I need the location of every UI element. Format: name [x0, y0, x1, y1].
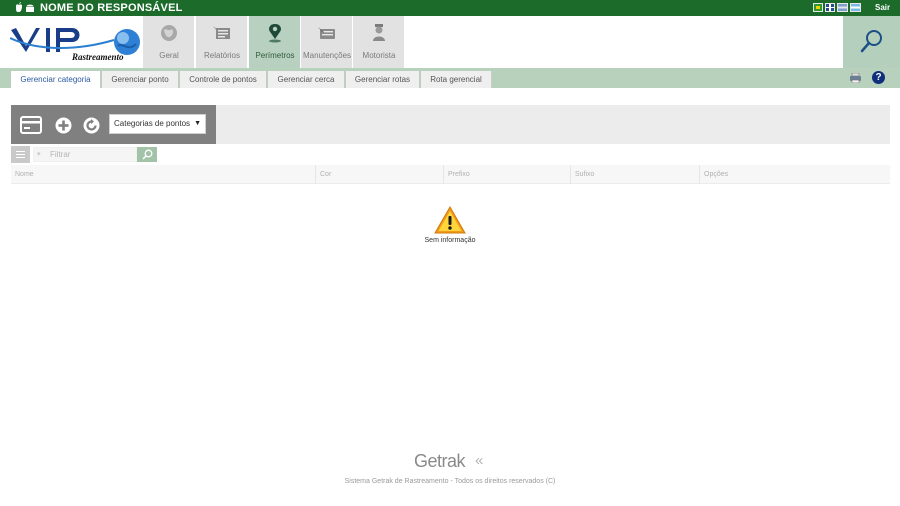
chevron-mark-icon: «	[475, 452, 484, 469]
nav-geral-label: Geral	[159, 51, 179, 60]
maintenance-icon	[318, 27, 335, 39]
chevron-down-icon: ▼	[194, 120, 201, 127]
filter-input[interactable]: Filtrar	[33, 147, 137, 162]
os-icons	[14, 2, 36, 16]
vip-rastreamento-logo[interactable]: Rastreamento	[9, 22, 142, 64]
nav-manutencoes[interactable]: Manutenções	[301, 16, 353, 68]
main-header: Rastreamento Geral Relatórios Perímetros	[0, 16, 900, 68]
sub-tabs-bar: Gerenciar categoria Gerenciar ponto Cont…	[0, 68, 900, 88]
nav-perimetros[interactable]: Perímetros	[249, 16, 301, 68]
header-spacer	[405, 16, 843, 68]
nav-motorista-label: Motorista	[362, 51, 396, 60]
empty-state-message: Sem informação	[424, 237, 476, 244]
help-icon[interactable]: ?	[872, 71, 885, 84]
flag-argentina-icon[interactable]	[850, 3, 861, 12]
tab-gerenciar-rotas[interactable]: Gerenciar rotas	[346, 71, 420, 88]
logo-subtitle: Rastreamento	[72, 52, 124, 62]
driver-icon	[373, 24, 385, 41]
menu-line	[16, 151, 25, 152]
globe-icon	[161, 25, 177, 41]
search-icon	[142, 149, 153, 160]
nav-motorista[interactable]: Motorista	[353, 16, 405, 68]
search-button[interactable]	[843, 16, 900, 68]
logout-link[interactable]: Sair	[875, 3, 890, 13]
column-header-cor[interactable]: Cor	[315, 165, 443, 184]
tab-controle-de-pontos[interactable]: Controle de pontos	[180, 71, 267, 88]
responsible-name: NOME DO RESPONSÁVEL	[40, 2, 183, 14]
menu-line	[16, 157, 25, 158]
flag-uk-icon[interactable]	[825, 3, 835, 12]
map-pin-icon	[269, 24, 281, 43]
print-icon[interactable]	[850, 73, 861, 83]
tab-gerenciar-categoria[interactable]: Gerenciar categoria	[11, 71, 101, 88]
nav-perimetros-label: Perímetros	[255, 51, 295, 60]
search-icon	[860, 30, 882, 53]
column-header-opcoes[interactable]: Opções	[699, 165, 890, 184]
flag-spain-icon[interactable]	[837, 3, 848, 12]
brand-name: Getrak	[414, 451, 466, 471]
tab-gerenciar-ponto[interactable]: Gerenciar ponto	[102, 71, 179, 88]
nav-geral[interactable]: Geral	[143, 16, 195, 68]
nav-manutencoes-label: Manutenções	[302, 51, 352, 60]
add-icon[interactable]	[55, 117, 72, 134]
nav-relatorios-label: Relatórios	[203, 51, 240, 60]
warning-icon	[434, 206, 466, 234]
top-bar: NOME DO RESPONSÁVEL Sair	[0, 0, 900, 16]
table-header: Nome Cor Prefixo Sufixo Opções	[11, 165, 890, 184]
card-list-icon[interactable]	[20, 115, 42, 135]
filter-search-button[interactable]	[137, 147, 157, 162]
copyright-text: Sistema Getrak de Rastreamento - Todos o…	[344, 478, 556, 485]
flag-brazil-icon[interactable]	[813, 3, 823, 12]
apple-android-icon	[16, 2, 34, 12]
category-type-select-value: Categorias de pontos	[114, 119, 191, 128]
tab-gerenciar-cerca[interactable]: Gerenciar cerca	[268, 71, 345, 88]
column-header-prefixo[interactable]: Prefixo	[443, 165, 570, 184]
tab-rota-gerencial[interactable]: Rota gerencial	[421, 71, 492, 88]
getrak-logo: Getrak «	[414, 451, 490, 471]
category-type-select[interactable]: Categorias de pontos ▼	[109, 114, 206, 134]
menu-line	[16, 154, 25, 155]
column-menu-button[interactable]	[11, 146, 30, 163]
nav-relatorios[interactable]: Relatórios	[196, 16, 248, 68]
column-header-sufixo[interactable]: Sufixo	[570, 165, 699, 184]
reports-icon	[213, 26, 230, 39]
column-header-nome[interactable]: Nome	[11, 165, 315, 184]
refresh-icon[interactable]	[83, 117, 100, 134]
